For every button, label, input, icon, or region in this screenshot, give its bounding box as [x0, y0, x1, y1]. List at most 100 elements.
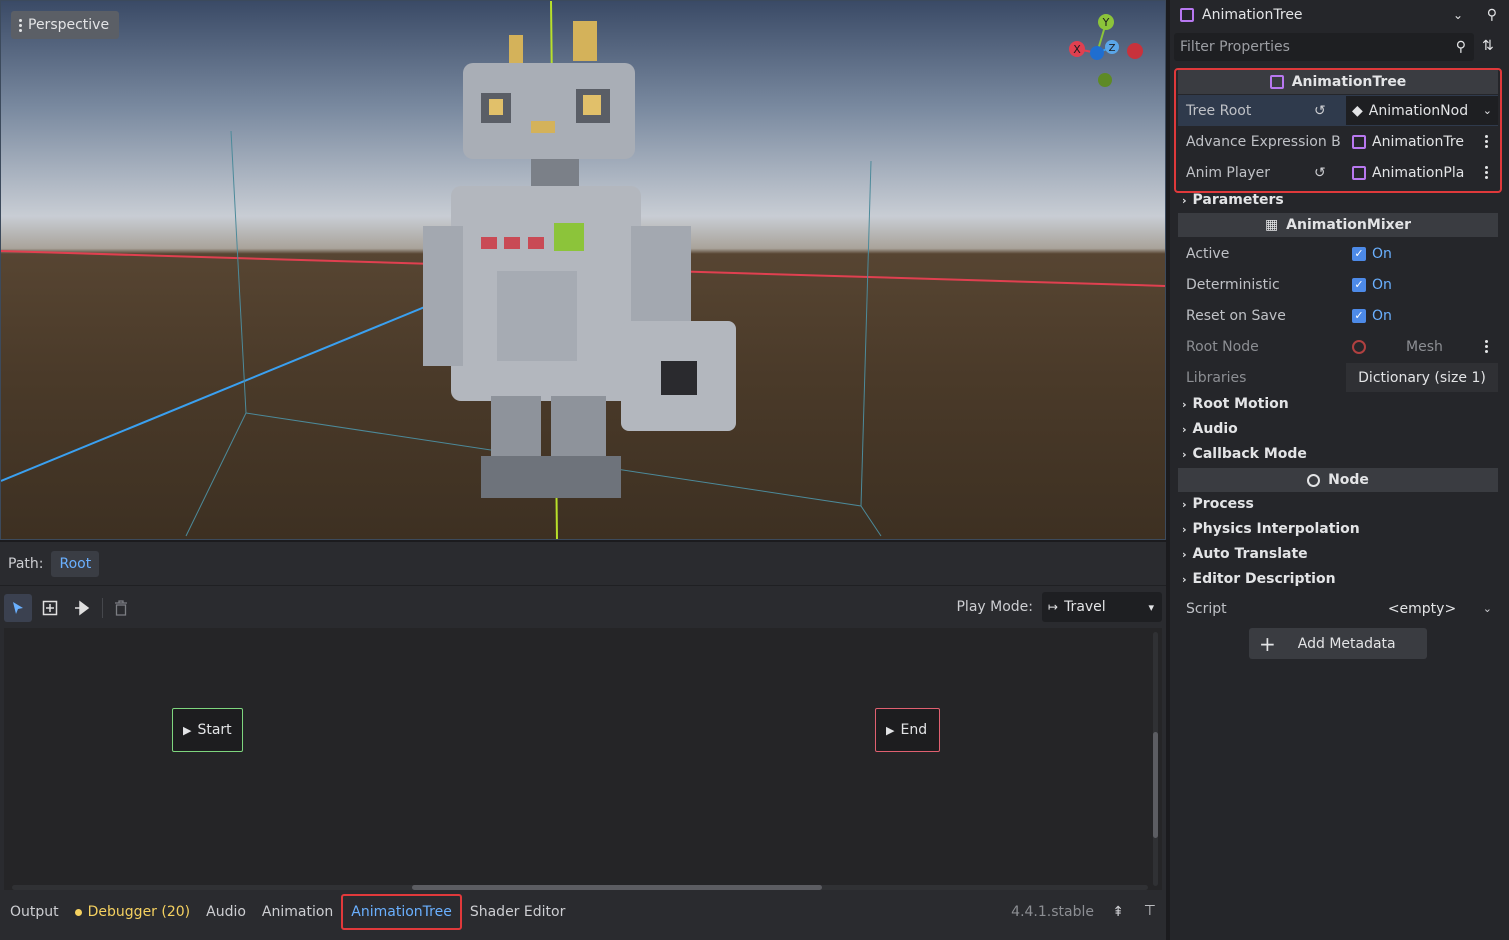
add-metadata-button[interactable]: + Add Metadata [1249, 628, 1427, 659]
end-node[interactable]: ▶ End [875, 708, 940, 752]
state-machine-graph[interactable]: ▶ Start ▶ End [4, 628, 1162, 890]
play-mode-label: Play Mode: [956, 599, 1033, 615]
filter-settings-icon[interactable]: ⇅ [1482, 38, 1494, 54]
section-title: Node [1328, 472, 1369, 488]
script-value[interactable]: <empty> [1346, 594, 1498, 623]
add-metadata-label: Add Metadata [1297, 635, 1396, 652]
root-node-value[interactable]: Mesh [1346, 332, 1498, 361]
play-icon: ▶ [183, 723, 192, 737]
deterministic-checkbox[interactable]: ✓ On [1346, 270, 1498, 299]
tab-output[interactable]: Output [2, 894, 67, 930]
prop-deterministic[interactable]: Deterministic ✓ On [1178, 269, 1498, 300]
active-label: Active [1186, 245, 1230, 262]
perspective-menu-button[interactable]: Perspective [11, 11, 120, 39]
robot-model [423, 21, 736, 498]
debugger-label: Debugger (20) [87, 904, 191, 920]
active-checkbox[interactable]: ✓ On [1346, 239, 1498, 268]
prop-active[interactable]: Active ✓ On [1178, 238, 1498, 269]
group-process[interactable]: › Process [1182, 492, 1254, 516]
chevron-right-icon: › [1182, 572, 1187, 586]
section-title: AnimationMixer [1286, 217, 1412, 233]
section-node: Node [1178, 468, 1498, 492]
scene-render [1, 1, 1165, 539]
path-bar: Path: Root [0, 542, 1166, 586]
animation-tree-panel: Path: Root Play Mode: ↦ Travel ▾ ▶ Start… [0, 542, 1166, 940]
group-auto-translate[interactable]: › Auto Translate [1182, 542, 1308, 566]
group-root-motion[interactable]: › Root Motion [1182, 392, 1289, 416]
select-tool-button[interactable] [4, 594, 32, 622]
tab-animationtree[interactable]: AnimationTree [341, 894, 462, 930]
tab-audio[interactable]: Audio [198, 894, 254, 930]
chevron-down-icon[interactable]: ⌄ [1453, 8, 1463, 22]
prop-root-node[interactable]: Root Node Mesh [1178, 331, 1498, 362]
inspector-header[interactable]: AnimationTree ⌄ ⚲ [1170, 0, 1509, 30]
checkbox-checked-icon: ✓ [1352, 277, 1366, 292]
bottom-panel-tabs: Output Debugger (20) Audio Animation Ani… [0, 892, 1166, 932]
object-history-icon[interactable]: ⚲ [1487, 7, 1497, 23]
script-label: Script [1186, 600, 1227, 617]
prop-reset-on-save[interactable]: Reset on Save ✓ On [1178, 300, 1498, 331]
start-node-label: Start [197, 722, 232, 738]
auto-translate-label: Auto Translate [1192, 546, 1308, 562]
libraries-label: Libraries [1186, 369, 1247, 386]
tab-shader-editor[interactable]: Shader Editor [462, 894, 573, 930]
physics-interpolation-label: Physics Interpolation [1192, 521, 1360, 537]
parameters-label: Parameters [1192, 192, 1284, 208]
version-label: 4.4.1.stable [1011, 904, 1094, 920]
group-callback-mode[interactable]: › Callback Mode [1182, 442, 1307, 466]
reset-on-save-checkbox[interactable]: ✓ On [1346, 301, 1498, 330]
end-node-label: End [900, 722, 928, 738]
create-node-button[interactable] [36, 594, 64, 622]
inspected-node-name: AnimationTree [1202, 7, 1303, 23]
tab-animation[interactable]: Animation [254, 894, 341, 930]
section-animationmixer: ▦ AnimationMixer [1178, 213, 1498, 237]
chevron-right-icon: › [1182, 547, 1187, 561]
group-audio[interactable]: › Audio [1182, 417, 1238, 441]
chevron-right-icon: › [1182, 397, 1187, 411]
gizmo-z-label: Z [1109, 43, 1116, 54]
tab-debugger[interactable]: Debugger (20) [67, 894, 198, 930]
3d-viewport[interactable]: Perspective Y X Z [0, 0, 1166, 540]
chevron-right-icon: › [1182, 193, 1187, 207]
callback-mode-label: Callback Mode [1192, 446, 1307, 462]
kebab-menu-icon[interactable] [1485, 340, 1488, 353]
editor-description-label: Editor Description [1192, 571, 1336, 587]
expand-panel-icon[interactable]: ⊤ [1144, 903, 1156, 919]
chevron-down-icon: ▾ [1148, 600, 1154, 614]
search-icon: ⚲ [1455, 39, 1466, 55]
highlight-frame [1174, 68, 1502, 193]
chevron-down-icon[interactable]: ⌄ [1483, 602, 1492, 615]
libraries-value[interactable]: Dictionary (size 1) [1346, 363, 1498, 392]
start-node[interactable]: ▶ Start [172, 708, 243, 752]
animationmixer-icon: ▦ [1264, 217, 1279, 233]
gizmo-neg-y[interactable] [1098, 73, 1112, 87]
play-mode-dropdown[interactable]: ↦ Travel ▾ [1042, 592, 1162, 622]
path-root-button[interactable]: Root [51, 550, 100, 577]
perspective-label: Perspective [28, 17, 110, 33]
gizmo-neg-x[interactable] [1127, 43, 1143, 59]
plus-icon: + [1259, 631, 1276, 656]
play-icon: ▶ [886, 723, 895, 737]
vertical-scrollbar[interactable] [1153, 732, 1158, 838]
connect-nodes-button[interactable] [68, 594, 96, 622]
prop-libraries[interactable]: Libraries Dictionary (size 1) [1178, 362, 1498, 393]
group-editor-description[interactable]: › Editor Description [1182, 567, 1336, 591]
kebab-menu-icon [19, 18, 22, 32]
reset-on-save-label: Reset on Save [1186, 307, 1286, 324]
add-node-icon [42, 600, 58, 616]
chevron-right-icon: › [1182, 447, 1187, 461]
gizmo-neg-z[interactable] [1090, 46, 1104, 60]
pin-icon[interactable]: ⇞ [1112, 904, 1124, 920]
filter-properties-input[interactable]: Filter Properties ⚲ [1174, 33, 1474, 61]
group-physics-interpolation[interactable]: › Physics Interpolation [1182, 517, 1360, 541]
checkbox-checked-icon: ✓ [1352, 308, 1366, 323]
prop-script[interactable]: Script <empty> ⌄ [1178, 593, 1498, 624]
delete-button[interactable] [107, 594, 135, 622]
horizontal-scrollbar[interactable] [412, 885, 822, 890]
deterministic-label: Deterministic [1186, 276, 1280, 293]
process-label: Process [1192, 496, 1254, 512]
root-node-text: Mesh [1406, 338, 1443, 355]
orientation-gizmo[interactable]: Y X Z [1065, 11, 1155, 91]
chevron-right-icon: › [1182, 422, 1187, 436]
script-text: <empty> [1387, 600, 1457, 617]
